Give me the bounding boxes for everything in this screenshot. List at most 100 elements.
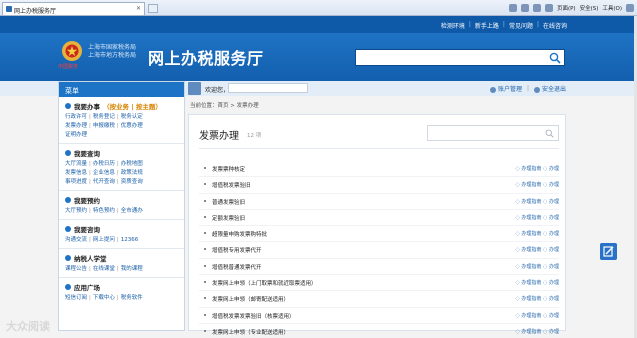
item-actions[interactable]: ◌ 办理指南 ◌ 办理 <box>515 230 559 237</box>
menu-link[interactable]: 税务软件 <box>121 295 143 301</box>
menu-link[interactable]: 办税日历 <box>93 161 115 167</box>
item-label[interactable]: 增值税专用发票代开 <box>212 246 262 254</box>
menu-link[interactable]: 课程公告 <box>65 266 87 272</box>
item-label[interactable]: 发票网上申领（邮寄配送适用） <box>212 295 289 303</box>
menu-link[interactable]: 下载中心 <box>93 295 115 301</box>
toplink-online-consult[interactable]: 在线咨询 <box>543 21 567 30</box>
menu-link[interactable]: 事项进度 <box>65 179 87 185</box>
menu-link[interactable]: 企业信息 <box>93 170 115 176</box>
menu-link[interactable]: 优惠办理 <box>121 123 143 129</box>
menu-link[interactable]: 特色预约 <box>93 208 115 214</box>
menu-link[interactable]: 申报缴税 <box>93 123 115 129</box>
feeds-icon[interactable] <box>520 4 529 12</box>
bullet-icon <box>204 281 206 284</box>
business-icon <box>65 103 71 109</box>
menu-link[interactable]: 在线课堂 <box>93 266 115 272</box>
content-search-input[interactable] <box>427 125 559 141</box>
welcome-label: 欢迎您， <box>205 87 230 94</box>
item-actions[interactable]: ◌ 办理指南 ◌ 办理 <box>515 279 559 286</box>
item-label[interactable]: 发票票种核定 <box>212 165 245 173</box>
item-label[interactable]: 发票网上申领（上门取票和就近取票适用） <box>212 279 317 287</box>
item-actions[interactable]: ◌ 办理指南 ◌ 办理 <box>515 214 559 221</box>
item-actions[interactable]: ◌ 办理指南 ◌ 办理 <box>515 295 559 302</box>
group-title: 应用广场 <box>74 284 100 292</box>
list-item[interactable]: 增值税普通发票代开 ◌ 办理指南 ◌ 办理 <box>199 259 559 276</box>
tax-emblem-icon <box>62 41 82 61</box>
list-item[interactable]: 发票票种核定 ◌ 办理指南 ◌ 办理 <box>199 161 559 178</box>
list-item[interactable]: 增值税发票验旧 ◌ 办理指南 ◌ 办理 <box>199 177 559 194</box>
header-search-input[interactable] <box>355 49 565 66</box>
item-actions[interactable]: ◌ 办理指南 ◌ 办理 <box>515 198 559 205</box>
item-actions[interactable]: ◌ 办理指南 ◌ 办理 <box>515 328 559 335</box>
item-label[interactable]: 增值税发票发票验旧（核票适用） <box>212 312 295 320</box>
menu-link[interactable]: 短信订阅 <box>65 295 87 301</box>
menu-link[interactable]: 政策法规 <box>121 170 143 176</box>
search-icon[interactable] <box>549 52 561 64</box>
toplink-check-env[interactable]: 检测环境 <box>441 21 465 30</box>
item-label[interactable]: 增值税普通发票代开 <box>212 263 262 271</box>
list-item[interactable]: 发票网上申领（专业配送适用） ◌ 办理指南 ◌ 办理 <box>199 324 559 338</box>
list-item[interactable]: 定额发票验旧 ◌ 办理指南 ◌ 办理 <box>199 210 559 227</box>
list-item[interactable]: 增值税发票发票验旧（核票适用） ◌ 办理指南 ◌ 办理 <box>199 308 559 324</box>
menu-link[interactable]: 我的课程 <box>121 266 143 272</box>
tab-close-icon[interactable]: ✕ <box>136 5 141 12</box>
safety-menu[interactable]: 安全(S) <box>580 4 599 12</box>
menu-link[interactable]: 大厅流量 <box>65 161 87 167</box>
edit-float-icon[interactable] <box>600 243 617 260</box>
user-icon <box>489 86 496 93</box>
item-label[interactable]: 超限量申购发票购特批 <box>212 230 267 238</box>
menu-group-query: 我要查询 大厅流量 | 办税日历 | 办税地图 发票信息 | 企业信息 | 政策法规 事项进度 |… <box>59 144 184 191</box>
toplink-faq[interactable]: 常见问题 <box>509 21 533 30</box>
tools-menu[interactable]: 工具(O) <box>602 4 622 12</box>
home-icon[interactable] <box>508 4 517 12</box>
item-label[interactable]: 定额发票验旧 <box>212 214 245 222</box>
browser-tab[interactable]: 网上办税服务厅 ✕ <box>2 2 145 15</box>
item-count: 12 项 <box>247 133 262 139</box>
help-icon[interactable] <box>626 4 634 12</box>
mail-icon[interactable] <box>532 4 541 12</box>
item-actions[interactable]: ◌ 办理指南 ◌ 办理 <box>515 312 559 319</box>
menu-link[interactable]: 代开查询 <box>93 179 115 185</box>
item-label[interactable]: 发票网上申领（专业配送适用） <box>212 328 289 336</box>
print-icon[interactable] <box>544 4 553 12</box>
menu-header: 菜单 <box>59 82 184 97</box>
menu-link[interactable]: 税务登记 <box>93 114 115 120</box>
item-label[interactable]: 普通发票验旧 <box>212 198 245 206</box>
group-suffix[interactable]: （按业务 | 按主题） <box>103 101 162 111</box>
menu-link[interactable]: 资质查询 <box>121 179 143 185</box>
list-item[interactable]: 发票网上申领（上门取票和就近取票适用） ◌ 办理指南 ◌ 办理 <box>199 275 559 292</box>
logout-link[interactable]: 安全退出 <box>533 84 566 93</box>
list-item[interactable]: 发票网上申领（邮寄配送适用） ◌ 办理指南 ◌ 办理 <box>199 291 559 308</box>
menu-link[interactable]: 沟通交流 <box>65 237 87 243</box>
item-actions[interactable]: ◌ 办理指南 ◌ 办理 <box>515 263 559 270</box>
menu-link[interactable]: 大厅预约 <box>65 208 87 214</box>
toplink-newbie[interactable]: 新手上路 <box>475 21 499 30</box>
menu-link[interactable]: 行政许可 <box>65 114 87 120</box>
search-icon[interactable] <box>545 129 554 138</box>
top-link-bar: 检测环境 | 新手上路 | 常见问题 | 在线咨询 <box>0 16 637 33</box>
menu-link[interactable]: 办税地图 <box>121 161 143 167</box>
watermark: 大众阅读 <box>6 320 50 333</box>
account-manage-link[interactable]: 账户管理 <box>489 84 522 93</box>
new-tab-button[interactable] <box>148 4 158 13</box>
menu-link[interactable]: 12366 <box>121 237 139 243</box>
menu-link-invoice[interactable]: 发票办理 <box>65 123 87 129</box>
page-menu[interactable]: 页面(P) <box>557 4 576 12</box>
menu-link[interactable]: 发票信息 <box>65 170 87 176</box>
separator: | <box>468 21 471 28</box>
list-item[interactable]: 普通发票验旧 ◌ 办理指南 ◌ 办理 <box>199 194 559 210</box>
menu-group-booking: 我要预约 大厅预约 | 特色预约 | 全市通办 <box>59 191 184 220</box>
menu-link[interactable]: 税务认定 <box>121 114 143 120</box>
item-actions[interactable]: ◌ 办理指南 ◌ 办理 <box>515 181 559 188</box>
bullet-icon <box>204 297 206 300</box>
list-item[interactable]: 超限量申购发票购特批 ◌ 办理指南 ◌ 办理 <box>199 226 559 243</box>
agency-line-local: 上海市地方税务局 <box>88 52 137 59</box>
school-icon <box>65 255 71 261</box>
menu-link[interactable]: 全市通办 <box>121 208 143 214</box>
list-item[interactable]: 增值税专用发票代开 ◌ 办理指南 ◌ 办理 <box>199 242 559 259</box>
item-actions[interactable]: ◌ 办理指南 ◌ 办理 <box>515 165 559 172</box>
menu-link[interactable]: 网上提问 <box>93 237 115 243</box>
menu-link[interactable]: 证明办理 <box>65 132 87 138</box>
item-actions[interactable]: ◌ 办理指南 ◌ 办理 <box>515 246 559 253</box>
item-label[interactable]: 增值税发票验旧 <box>212 181 251 189</box>
